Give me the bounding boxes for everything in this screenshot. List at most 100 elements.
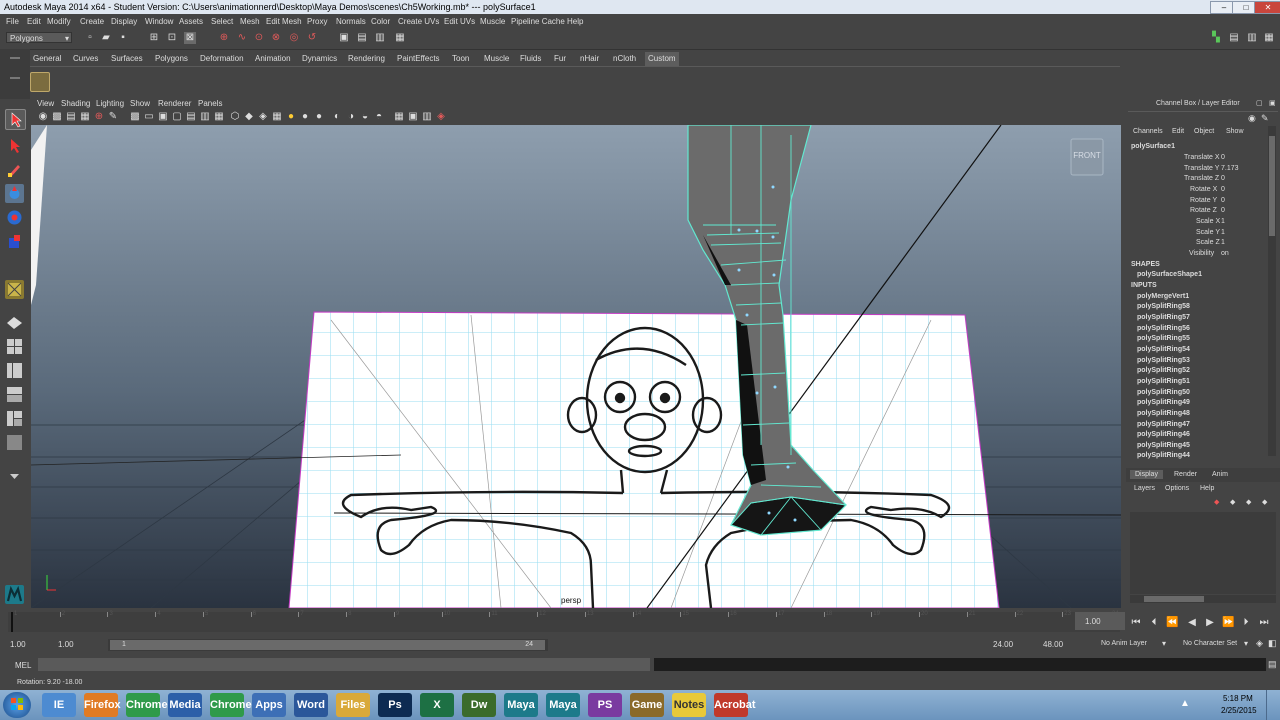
chevron-down-icon[interactable]: ▾: [1162, 639, 1166, 648]
show-attribute-editor-icon[interactable]: ▤: [1228, 32, 1240, 44]
two-d-pan-zoom-icon[interactable]: ⊕: [93, 111, 105, 123]
input-node[interactable]: polySplitRing44: [1137, 452, 1190, 459]
input-node[interactable]: polySplitRing47: [1137, 421, 1190, 428]
toggle-sidebar-icon[interactable]: ▚: [1210, 32, 1222, 44]
shelf-tab-muscle[interactable]: Muscle: [481, 52, 512, 66]
playback-start-field[interactable]: 1.00: [58, 640, 74, 649]
select-hierarchy-icon[interactable]: ⊞: [148, 32, 160, 44]
shelf-tab-toon[interactable]: Toon: [449, 52, 472, 66]
menu-create[interactable]: Create: [80, 17, 104, 26]
select-tool-icon[interactable]: [5, 109, 26, 130]
input-node[interactable]: polySplitRing55: [1137, 335, 1190, 342]
wireframe-icon[interactable]: ⬡: [229, 111, 241, 123]
save-scene-icon[interactable]: ▪: [117, 32, 129, 44]
xray-icon[interactable]: ◑: [345, 111, 357, 123]
input-node[interactable]: polySplitRing49: [1137, 399, 1190, 406]
hypershade-layout-icon[interactable]: [5, 409, 24, 428]
screen-space-ao-icon[interactable]: ●: [313, 111, 325, 123]
show-channel-box-icon[interactable]: ▦: [1263, 32, 1275, 44]
help-menu[interactable]: Help: [1200, 485, 1214, 492]
attr-value-scale-y[interactable]: 1: [1221, 229, 1225, 236]
script-editor-icon[interactable]: ▤: [1268, 659, 1277, 670]
time-slider-track[interactable]: [8, 612, 1120, 632]
use-all-lights-icon[interactable]: ●: [285, 111, 297, 123]
paint-icon[interactable]: PS: [588, 693, 622, 717]
layer-up-icon[interactable]: ◆: [1246, 498, 1251, 506]
shape-node[interactable]: polySurfaceShape1: [1137, 271, 1202, 278]
menu-edit[interactable]: Edit: [27, 17, 41, 26]
render-settings-icon[interactable]: ▥: [374, 32, 386, 44]
panel-menu-view[interactable]: View: [37, 99, 54, 108]
menu-create-uvs[interactable]: Create UVs: [398, 17, 439, 26]
shelf-tab-curves[interactable]: Curves: [70, 52, 101, 66]
select-component-icon[interactable]: ⊠: [184, 32, 196, 44]
input-node[interactable]: polySplitRing50: [1137, 389, 1190, 396]
maya-active-icon[interactable]: Maya: [546, 693, 580, 717]
custom-shelf-button[interactable]: [30, 72, 50, 92]
shelf-tab-nhair[interactable]: nHair: [577, 52, 602, 66]
acrobat-icon[interactable]: Acrobat: [714, 693, 756, 717]
shadows-icon[interactable]: ●: [299, 111, 311, 123]
explorer-icon[interactable]: Files: [336, 693, 370, 717]
maya-icon[interactable]: Maya: [504, 693, 538, 717]
gate-mask-icon[interactable]: ▢: [171, 111, 183, 123]
viewport-options-icon[interactable]: ◈: [435, 111, 447, 123]
apps-icon[interactable]: Apps: [252, 693, 286, 717]
menu-edit-uvs[interactable]: Edit UVs: [444, 17, 475, 26]
input-node[interactable]: polySplitRing51: [1137, 378, 1190, 385]
game-icon[interactable]: Game: [630, 693, 664, 717]
menu-pipeline-cache[interactable]: Pipeline Cache: [511, 17, 565, 26]
attr-value-translate-x[interactable]: 0: [1221, 154, 1225, 161]
outliner-layout-icon[interactable]: [5, 433, 24, 452]
layers-menu[interactable]: Layers: [1134, 485, 1155, 492]
tray-arrow-icon[interactable]: ▲: [1180, 698, 1190, 709]
layer-tab-anim[interactable]: Anim: [1212, 471, 1228, 478]
persp-graph-layout-icon[interactable]: [5, 385, 24, 404]
panel-menu-shading[interactable]: Shading: [61, 99, 90, 108]
start-button[interactable]: [3, 692, 31, 718]
rotate-tool-icon[interactable]: [5, 208, 24, 227]
ipr-render-icon[interactable]: ▤: [356, 32, 368, 44]
smooth-shade-icon[interactable]: ◆: [243, 111, 255, 123]
history-icon[interactable]: ↺: [306, 32, 318, 44]
menu-edit-mesh[interactable]: Edit Mesh: [266, 17, 302, 26]
show-desktop-button[interactable]: [1266, 690, 1280, 720]
attr-value-rotate-x[interactable]: 0: [1221, 186, 1225, 193]
field-chart-icon[interactable]: ▤: [185, 111, 197, 123]
xray-active-icon[interactable]: ◓: [373, 111, 385, 123]
clock-time[interactable]: 5:18 PM: [1223, 694, 1253, 703]
single-perspective-layout-icon[interactable]: [5, 313, 24, 332]
step-back-key-icon[interactable]: ⏪: [1166, 617, 1178, 629]
auto-key-icon[interactable]: ◈: [1256, 638, 1263, 649]
menu-muscle[interactable]: Muscle: [480, 17, 505, 26]
render-frame-icon[interactable]: ▣: [338, 32, 350, 44]
object-menu[interactable]: Object: [1194, 128, 1214, 135]
menu-display[interactable]: Display: [111, 17, 137, 26]
mel-label[interactable]: MEL: [15, 661, 31, 670]
go-to-start-icon[interactable]: ⏮: [1130, 617, 1142, 629]
menu-modify[interactable]: Modify: [47, 17, 71, 26]
select-camera-icon[interactable]: ◉: [37, 111, 49, 123]
layer-tab-display[interactable]: Display: [1130, 470, 1163, 479]
panel-menu-renderer[interactable]: Renderer: [158, 99, 191, 108]
menu-set-dropdown[interactable]: Polygons ▾: [6, 32, 72, 43]
select-object-icon[interactable]: ⊡: [166, 32, 178, 44]
go-to-end-icon[interactable]: ⏭: [1258, 617, 1270, 629]
shelf-tab-fluids[interactable]: Fluids: [517, 52, 544, 66]
media-player-icon[interactable]: Media: [168, 693, 202, 717]
menu-normals[interactable]: Normals: [336, 17, 366, 26]
menu-proxy[interactable]: Proxy: [307, 17, 327, 26]
grid-icon[interactable]: ▩: [129, 111, 141, 123]
view-cube[interactable]: FRONT: [1070, 138, 1104, 176]
close-panel-icon[interactable]: ▣: [1269, 99, 1276, 107]
input-node[interactable]: polySplitRing57: [1137, 314, 1190, 321]
channels-menu[interactable]: Channels: [1133, 128, 1163, 135]
menu-color[interactable]: Color: [371, 17, 390, 26]
range-slider-handle[interactable]: 1 24: [110, 640, 545, 650]
chrome-app-icon[interactable]: Chrome: [210, 693, 252, 717]
excel-icon[interactable]: X: [420, 693, 454, 717]
current-time-marker[interactable]: [11, 612, 13, 632]
resolution-gate-icon[interactable]: ▣: [157, 111, 169, 123]
clock-date[interactable]: 2/25/2015: [1221, 706, 1257, 715]
input-node[interactable]: polySplitRing46: [1137, 431, 1190, 438]
